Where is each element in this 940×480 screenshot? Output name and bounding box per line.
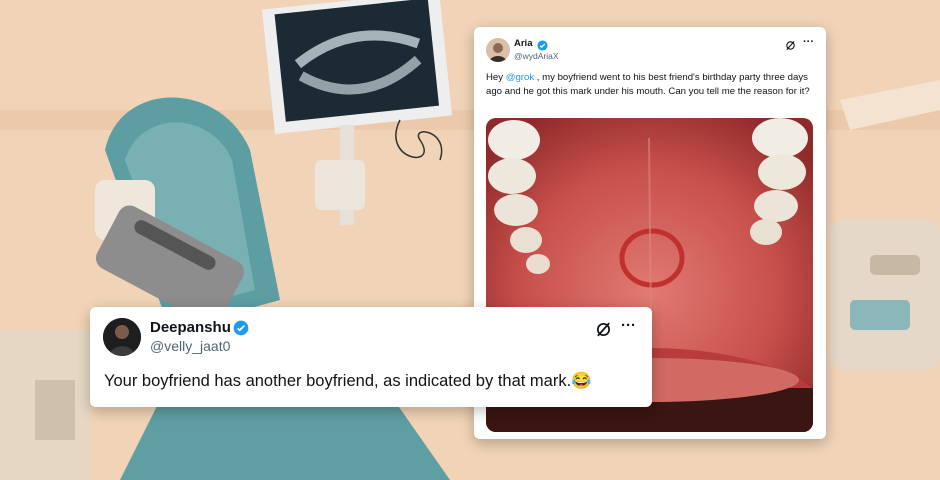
tweet-text: Hey @grok , my boyfriend went to his bes… xyxy=(486,71,816,99)
tweet-text-start: Hey xyxy=(486,72,506,83)
reply-text-body: Your boyfriend has another boyfriend, as… xyxy=(104,372,572,390)
mention-link[interactable]: @grok xyxy=(506,72,534,83)
avatar[interactable] xyxy=(486,38,510,62)
avatar[interactable] xyxy=(103,318,141,356)
reply-text: Your boyfriend has another boyfriend, as… xyxy=(104,372,644,391)
grok-icon[interactable] xyxy=(785,38,796,56)
reply-tweet-card[interactable]: Deepanshu @velly_jaat0 ··· Your boyfrien… xyxy=(90,307,652,407)
laughing-emoji: 😂 xyxy=(571,372,592,390)
user-handle[interactable]: @velly_jaat0 xyxy=(150,338,230,354)
tweet-text-rest: , my boyfriend went to his best friend's… xyxy=(486,72,810,97)
verified-badge-icon xyxy=(233,320,249,341)
display-name[interactable]: Deepanshu xyxy=(150,319,231,336)
xray-monitor xyxy=(262,0,453,134)
grok-icon[interactable] xyxy=(595,321,612,343)
display-name[interactable]: Aria xyxy=(514,38,532,49)
more-options-icon[interactable]: ··· xyxy=(621,317,636,334)
user-handle[interactable]: @wydAriaX xyxy=(514,51,559,61)
more-options-icon[interactable]: ··· xyxy=(803,36,814,48)
